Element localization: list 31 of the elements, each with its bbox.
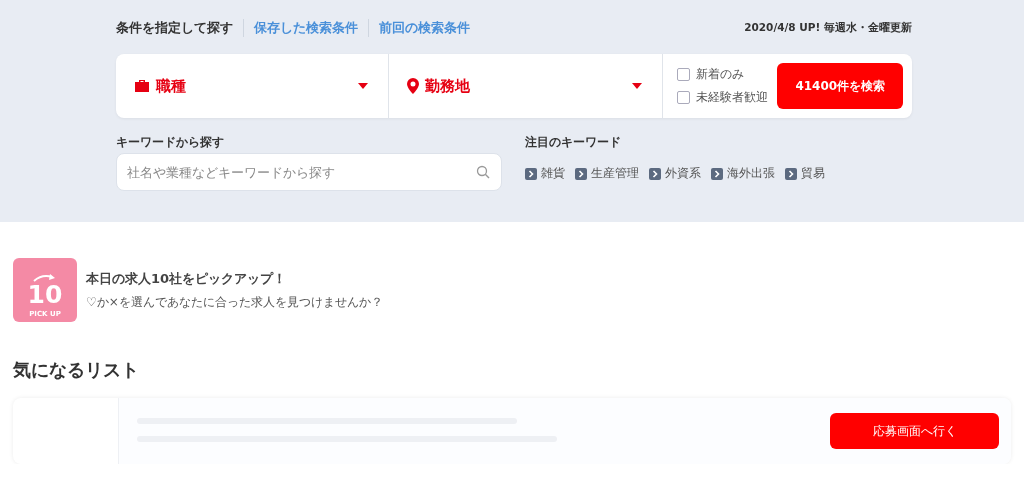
keyword-link[interactable]: 生産管理 bbox=[575, 165, 639, 182]
map-pin-icon bbox=[407, 78, 420, 94]
chevron-icon bbox=[525, 167, 537, 180]
checkbox-label[interactable]: 新着のみ bbox=[695, 66, 744, 83]
keyword-link[interactable]: 外資系 bbox=[649, 165, 701, 182]
keyword-field[interactable]: 社名や業種などキーワードから探す bbox=[116, 153, 502, 191]
keyword-link[interactable]: 貿易 bbox=[785, 165, 825, 182]
search-title: 条件を指定して探す bbox=[116, 19, 233, 37]
update-note: 2020/4/8 UP! 毎週水・金曜更新 bbox=[744, 21, 912, 35]
dropdown-select[interactable]: 職種 bbox=[116, 54, 390, 118]
checkbox-label[interactable]: 未経験者歓迎 bbox=[695, 89, 768, 106]
chevron-icon bbox=[575, 167, 587, 180]
caret-icon bbox=[358, 83, 369, 89]
keyword-label: キーワードから探す bbox=[116, 135, 225, 149]
chevron-icon bbox=[785, 167, 797, 180]
keyword-link[interactable]: 雑貨 bbox=[525, 165, 565, 182]
search-icon bbox=[476, 165, 490, 179]
briefcase-icon bbox=[134, 79, 150, 93]
chevron-icon bbox=[711, 167, 723, 180]
checkbox[interactable] bbox=[676, 91, 690, 104]
pickup-title: 本日の求人10社をピックアップ！ bbox=[86, 269, 288, 288]
keyword-link[interactable]: 海外出張 bbox=[711, 165, 775, 182]
dropdown-select[interactable]: 勤務地 bbox=[389, 54, 663, 118]
checkbox[interactable] bbox=[676, 68, 690, 81]
caret-icon bbox=[631, 83, 642, 89]
search-button[interactable]: 41400件を検索 bbox=[777, 63, 903, 109]
chevron-icon bbox=[649, 167, 661, 180]
pickup-subtitle: ♡か×を選んであなたに合った求人を見つけませんか？ bbox=[86, 293, 383, 311]
featured-keywords-label: 注目のキーワード bbox=[525, 135, 622, 149]
section-heading: 気になるリスト bbox=[13, 358, 140, 382]
apply-button[interactable]: 応募画面へ行く bbox=[830, 413, 999, 449]
